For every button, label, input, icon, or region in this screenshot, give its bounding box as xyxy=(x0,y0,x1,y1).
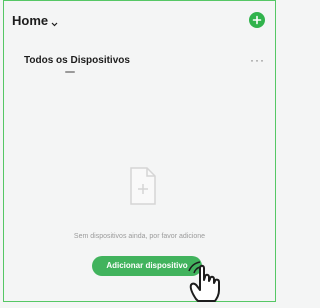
add-icon[interactable] xyxy=(249,12,265,28)
top-bar: Home xyxy=(4,1,275,41)
chevron-down-icon xyxy=(51,16,58,27)
home-selector[interactable]: Home xyxy=(12,13,58,28)
app-frame: Home Todos os Dispositivos ··· Sem dispo… xyxy=(3,0,276,302)
more-icon[interactable]: ··· xyxy=(250,54,265,66)
empty-document-icon xyxy=(127,166,159,206)
pointer-hand-icon xyxy=(186,259,232,303)
empty-state-message: Sem dispositivos ainda, por favor adicio… xyxy=(73,233,206,240)
home-label: Home xyxy=(12,13,49,28)
tab-all-devices[interactable]: Todos os Dispositivos xyxy=(24,55,130,66)
device-tabs: Todos os Dispositivos ··· xyxy=(4,47,275,73)
active-tab-indicator xyxy=(65,71,75,73)
